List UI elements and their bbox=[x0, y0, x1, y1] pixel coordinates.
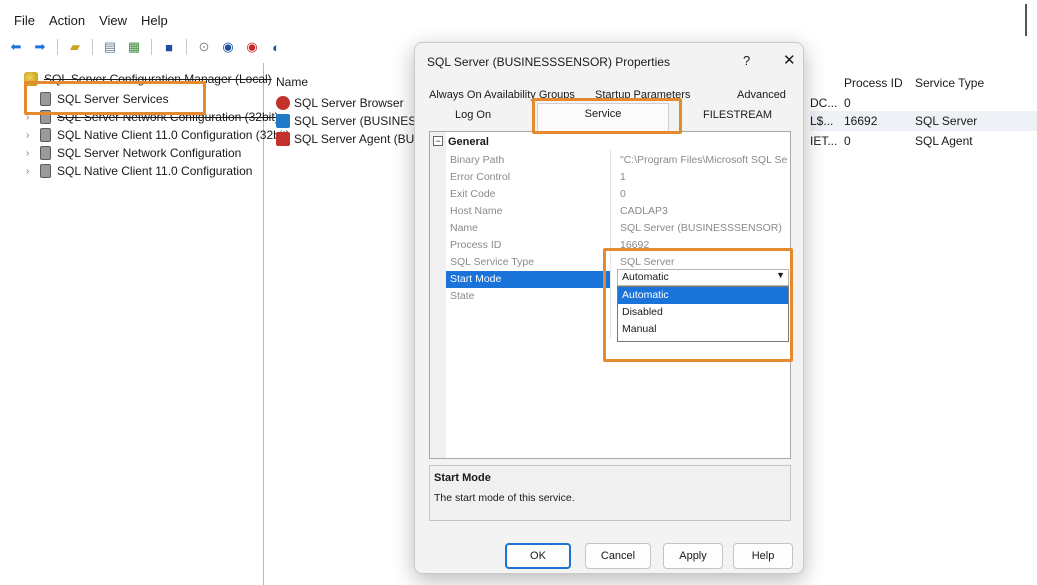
help-button[interactable]: Help bbox=[733, 543, 793, 569]
pause-service-icon[interactable]: ◉ bbox=[218, 37, 238, 57]
cancel-button[interactable]: Cancel bbox=[585, 543, 651, 569]
tree-item-label: SQL Native Client 11.0 Configuration (32… bbox=[57, 128, 290, 142]
close-icon[interactable]: ✕ bbox=[783, 51, 796, 69]
help-question-icon[interactable]: ? bbox=[743, 53, 750, 68]
ok-button[interactable]: OK bbox=[505, 543, 571, 569]
toolbar-separator bbox=[57, 39, 58, 55]
column-header-name[interactable]: Name bbox=[276, 75, 308, 89]
service-name: SQL Server Browser bbox=[294, 96, 404, 110]
prop-name: Binary Path bbox=[450, 154, 505, 166]
tree-item-network-config[interactable]: › SQL Server Network Configuration bbox=[26, 143, 242, 163]
tab-filestream[interactable]: FILESTREAM bbox=[703, 109, 772, 121]
list-item-browser[interactable]: SQL Server Browser bbox=[276, 93, 404, 113]
description-title: Start Mode bbox=[434, 472, 491, 484]
service-stopped-icon bbox=[276, 96, 290, 110]
toolbar-separator bbox=[151, 39, 152, 55]
tree-item-native-client[interactable]: › SQL Native Client 11.0 Configuration bbox=[26, 161, 253, 181]
prop-name: Start Mode bbox=[450, 273, 502, 285]
cell-partial: DC... bbox=[810, 96, 838, 110]
apply-button[interactable]: Apply bbox=[663, 543, 723, 569]
cell-process-id: 0 bbox=[844, 134, 851, 148]
start-service-icon[interactable]: ⊙ bbox=[194, 37, 214, 57]
prop-value: SQL Server (BUSINESSSENSOR) bbox=[620, 222, 782, 234]
tab-advanced[interactable]: Advanced bbox=[737, 89, 786, 101]
prop-name-row[interactable]: Name SQL Server (BUSINESSSENSOR) bbox=[446, 220, 790, 237]
prop-value: CADLAP3 bbox=[620, 205, 668, 217]
prop-host-name[interactable]: Host Name CADLAP3 bbox=[446, 203, 790, 220]
prop-value: "C:\Program Files\Microsoft SQL Serve bbox=[620, 154, 788, 166]
restart-service-icon[interactable]: ◐ bbox=[266, 37, 286, 57]
cell-service-type: SQL Agent bbox=[915, 134, 973, 148]
description-text: The start mode of this service. bbox=[434, 492, 575, 504]
prop-value: 0 bbox=[620, 188, 626, 200]
network-config-icon bbox=[40, 146, 51, 160]
chevron-right-icon[interactable]: › bbox=[26, 130, 29, 141]
tab-log-on[interactable]: Log On bbox=[455, 109, 491, 121]
window-edge bbox=[1025, 4, 1027, 36]
chevron-right-icon[interactable]: › bbox=[26, 148, 29, 159]
back-arrow-icon[interactable]: ⬅ bbox=[6, 37, 26, 57]
native-client-icon bbox=[40, 128, 51, 142]
menu-view[interactable]: View bbox=[99, 13, 127, 28]
service-stopped-icon bbox=[276, 132, 290, 146]
menu-help[interactable]: Help bbox=[141, 13, 168, 28]
prop-name: Process ID bbox=[450, 239, 502, 251]
highlight-box-service-tab bbox=[532, 98, 682, 134]
property-grid-gutter bbox=[430, 132, 446, 458]
prop-name: Exit Code bbox=[450, 188, 496, 200]
dialog-title: SQL Server (BUSINESSSENSOR) Properties bbox=[427, 55, 670, 69]
menu-action[interactable]: Action bbox=[49, 13, 85, 28]
cell-partial: L$... bbox=[810, 114, 834, 128]
native-client-icon bbox=[40, 164, 51, 178]
cell-service-type: SQL Server bbox=[915, 114, 978, 128]
tree-item-label: SQL Native Client 11.0 Configuration bbox=[57, 164, 253, 178]
up-folder-icon[interactable]: ▰ bbox=[65, 37, 85, 57]
stop-service-icon[interactable]: ◉ bbox=[242, 37, 262, 57]
cell-process-id: 0 bbox=[844, 96, 851, 110]
prop-name: Name bbox=[450, 222, 479, 234]
show-hide-icon[interactable]: ▤ bbox=[100, 37, 120, 57]
menu-bar: File Action View Help bbox=[0, 0, 1037, 34]
column-header-service-type[interactable]: Service Type bbox=[915, 76, 984, 90]
prop-error-control[interactable]: Error Control 1 bbox=[446, 169, 790, 186]
menu-file[interactable]: File bbox=[14, 13, 35, 28]
description-panel: Start Mode The start mode of this servic… bbox=[429, 465, 791, 521]
toolbar-separator bbox=[186, 39, 187, 55]
toolbar-separator bbox=[92, 39, 93, 55]
tree-pane: SQL Server Configuration Manager (Local)… bbox=[14, 63, 290, 585]
column-header-process-id[interactable]: Process ID bbox=[844, 76, 903, 90]
highlight-box-services bbox=[24, 81, 206, 115]
tree-item-native-client-32bit[interactable]: › SQL Native Client 11.0 Configuration (… bbox=[26, 125, 290, 145]
prop-name: Error Control bbox=[450, 171, 511, 183]
chevron-right-icon[interactable]: › bbox=[26, 166, 29, 177]
service-running-icon bbox=[276, 114, 290, 128]
prop-name: SQL Service Type bbox=[450, 256, 535, 268]
help-icon[interactable]: ■ bbox=[159, 37, 179, 57]
highlight-box-start-mode bbox=[603, 248, 793, 362]
category-general: General bbox=[448, 136, 489, 148]
prop-name: State bbox=[450, 290, 475, 302]
prop-name: Host Name bbox=[450, 205, 503, 217]
forward-arrow-icon[interactable]: ➡ bbox=[30, 37, 50, 57]
collapse-icon[interactable]: − bbox=[433, 136, 443, 146]
prop-exit-code[interactable]: Exit Code 0 bbox=[446, 186, 790, 203]
cell-process-id: 16692 bbox=[844, 114, 878, 128]
prop-binary-path[interactable]: Binary Path "C:\Program Files\Microsoft … bbox=[446, 152, 790, 169]
cell-partial: IET... bbox=[810, 134, 838, 148]
prop-value: 1 bbox=[620, 171, 626, 183]
export-list-icon[interactable]: ▦ bbox=[124, 37, 144, 57]
tree-item-label: SQL Server Network Configuration bbox=[57, 146, 242, 160]
